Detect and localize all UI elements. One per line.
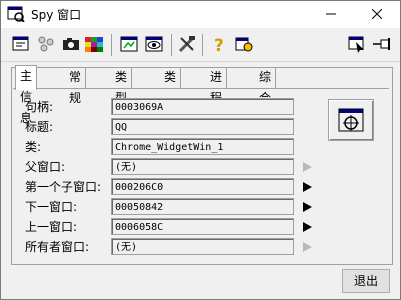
- processes-icon[interactable]: [36, 34, 56, 54]
- window-tree-icon[interactable]: [11, 34, 31, 54]
- pin-icon[interactable]: [372, 34, 392, 54]
- first-child-label: 第一个子窗口:: [25, 180, 102, 194]
- close-button[interactable]: [354, 1, 400, 28]
- close-icon: [371, 8, 383, 20]
- handle-field[interactable]: 0003069A: [111, 98, 294, 115]
- title-bar[interactable]: Spy 窗口: [1, 1, 400, 28]
- help-icon[interactable]: ?: [209, 34, 229, 54]
- window-view-icon[interactable]: [119, 34, 139, 54]
- previous-window-arrow-icon[interactable]: [303, 222, 312, 232]
- finder-cursor-icon[interactable]: [347, 34, 367, 54]
- tab-summary[interactable]: 综合: [255, 67, 277, 105]
- title-label: 标题:: [25, 120, 54, 134]
- window-finder-button[interactable]: [328, 99, 374, 141]
- tab-class[interactable]: 类: [160, 67, 182, 88]
- tools-icon[interactable]: [177, 34, 197, 54]
- owner-window-arrow-icon: [303, 242, 312, 252]
- tab-main-info[interactable]: 主信息: [15, 65, 38, 125]
- exit-button[interactable]: 退出: [342, 269, 390, 293]
- owner-window-label: 所有者窗口:: [25, 240, 90, 254]
- first-child-field[interactable]: 000206C0: [111, 178, 294, 195]
- next-window-arrow-icon[interactable]: [303, 202, 312, 212]
- spy-window: Spy 窗口 ? 主信息 常规 类 类 进 综 句柄: 0003069A 标题:…: [0, 0, 401, 300]
- info-icon[interactable]: [234, 34, 254, 54]
- class-field[interactable]: Chrome_WidgetWin_1: [111, 138, 294, 155]
- tab-general[interactable]: 常规: [65, 67, 87, 105]
- next-window-label: 下一窗口:: [25, 200, 78, 214]
- class-label: 类:: [25, 140, 42, 154]
- previous-window-field[interactable]: 0006058C: [111, 218, 294, 235]
- parent-window-arrow-icon: [303, 162, 312, 172]
- minimize-icon: [326, 13, 336, 15]
- window-title: Spy 窗口: [31, 8, 82, 22]
- handle-label: 句柄:: [25, 100, 54, 114]
- crosshair-icon: [338, 108, 364, 132]
- tab-type[interactable]: 类型: [111, 67, 133, 105]
- parent-window-label: 父窗口:: [25, 160, 66, 174]
- toolbar: ?: [1, 29, 400, 62]
- parent-window-field[interactable]: (无): [111, 158, 294, 175]
- tab-process[interactable]: 进程: [206, 67, 228, 105]
- title-field[interactable]: QQ: [111, 118, 294, 135]
- next-window-field[interactable]: 00050842: [111, 198, 294, 215]
- color-grid-icon[interactable]: [84, 34, 104, 54]
- svg-text:?: ?: [214, 36, 224, 54]
- spy-app-icon: [7, 6, 25, 22]
- minimize-button[interactable]: [308, 1, 354, 28]
- owner-window-field[interactable]: (无): [111, 238, 294, 255]
- eye-icon[interactable]: [144, 34, 164, 54]
- camera-icon[interactable]: [61, 34, 81, 54]
- first-child-arrow-icon[interactable]: [303, 182, 312, 192]
- previous-window-label: 上一窗口:: [25, 220, 78, 234]
